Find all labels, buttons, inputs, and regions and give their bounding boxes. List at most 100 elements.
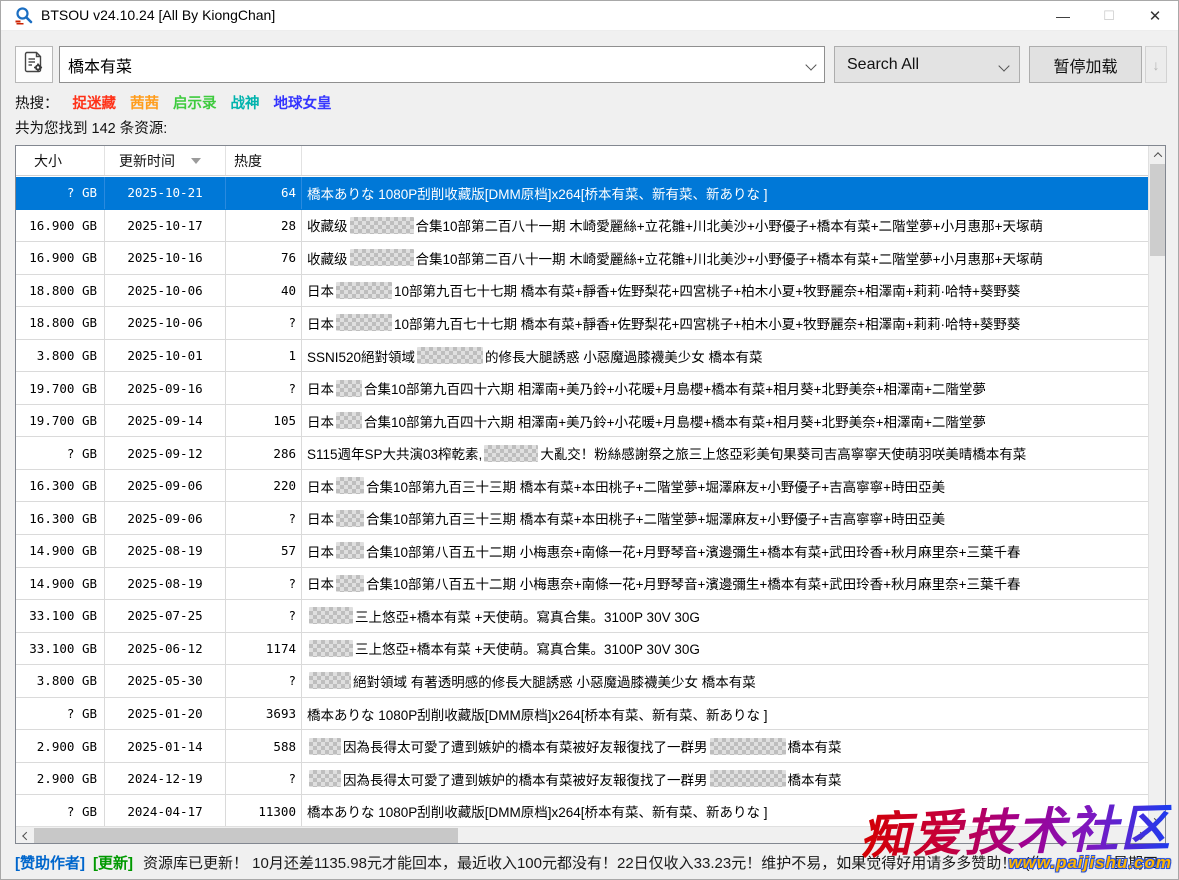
table-row[interactable]: 16.300 GB2025-09-06220日本合集10部第九百三十三期 橋本有… (16, 470, 1150, 503)
title-text: SSNI520絕對領域 (307, 346, 415, 366)
document-gear-icon (22, 50, 46, 79)
title-text: 絕對領域 有著透明感的修長大腿誘惑 小惡魔過膝襪美少女 橋本有菜 (353, 671, 756, 691)
table-cell: 橋本ありな 1080P刮削收藏版[DMM原档]x264[桥本有菜、新有菜、新あり… (302, 698, 1150, 730)
search-engine-select[interactable]: Search All (834, 46, 1020, 83)
hot-search-row: 热搜：捉迷藏茜茜启示录战神地球女皇 (15, 92, 332, 113)
censored-blur (336, 412, 362, 429)
table-row[interactable]: 16.300 GB2025-09-06?日本合集10部第九百三十三期 橋本有菜+… (16, 502, 1150, 535)
table-cell: 105 (226, 405, 302, 437)
table-cell: 日本合集10部第八百五十二期 小梅惠奈+南條一花+月野琴音+濱邊彌生+橋本有菜+… (302, 568, 1150, 600)
title-bar: BTSOU v24.10.24 [All By KiongChan] — ☐ ✕ (1, 1, 1178, 31)
table-cell: 19.700 GB (16, 405, 105, 437)
table-cell: ? (226, 372, 302, 404)
table-row[interactable]: 18.800 GB2025-10-0640日本10部第九百七十七期 橋本有菜+靜… (16, 275, 1150, 308)
censored-blur (309, 738, 341, 755)
table-cell: 19.700 GB (16, 372, 105, 404)
close-button[interactable]: ✕ (1132, 1, 1178, 31)
table-cell: 40 (226, 275, 302, 307)
hot-search-item[interactable]: 战神 (231, 96, 260, 112)
table-cell: 日本合集10部第九百三十三期 橋本有菜+本田桃子+二階堂夢+堀澤麻友+小野優子+… (302, 470, 1150, 502)
hot-search-item[interactable]: 捉迷藏 (73, 96, 117, 112)
title-text: 日本 (307, 541, 334, 561)
table-row[interactable]: 14.900 GB2025-08-19?日本合集10部第八百五十二期 小梅惠奈+… (16, 568, 1150, 601)
column-header-heat[interactable]: 热度 (226, 146, 302, 175)
table-cell: 64 (226, 177, 302, 209)
title-text: 10部第九百七十七期 橋本有菜+靜香+佐野梨花+四宮桃子+柏木小夏+牧野麗奈+相… (394, 280, 1020, 300)
table-row[interactable]: ? GB2025-01-203693橋本ありな 1080P刮削收藏版[DMM原档… (16, 698, 1150, 731)
table-cell: 日本合集10部第九百四十六期 相澤南+美乃鈴+小花暖+月島櫻+橋本有菜+相月葵+… (302, 372, 1150, 404)
maximize-button[interactable]: ☐ (1086, 1, 1132, 31)
search-engine-value: Search All (847, 56, 919, 74)
table-row[interactable]: 18.800 GB2025-10-06?日本10部第九百七十七期 橋本有菜+靜香… (16, 307, 1150, 340)
table-row[interactable]: 33.100 GB2025-07-25? 三上悠亞+橋本有菜 +天使萌。寫真合集… (16, 600, 1150, 633)
table-row[interactable]: 3.800 GB2025-10-011SSNI520絕對領域 的修長大腿誘惑 小… (16, 340, 1150, 373)
table-row[interactable]: 16.900 GB2025-10-1728收藏级合集10部第二百八十一期 木崎愛… (16, 210, 1150, 243)
column-header-size[interactable]: 大小 (16, 146, 105, 175)
search-dropdown-arrow-icon[interactable] (805, 59, 816, 70)
table-cell: 2025-07-25 (105, 600, 226, 632)
censored-blur (309, 640, 353, 657)
hot-search-item[interactable]: 茜茜 (130, 96, 159, 112)
hot-search-items: 捉迷藏茜茜启示录战神地球女皇 (59, 96, 332, 112)
table-cell: 3.800 GB (16, 665, 105, 697)
table-row[interactable]: 2.900 GB2025-01-14588 因為長得太可愛了遭到嫉妒的橋本有菜被… (16, 730, 1150, 763)
table-cell: 2025-05-30 (105, 665, 226, 697)
censored-blur (336, 314, 392, 331)
table-cell: 2025-08-19 (105, 568, 226, 600)
app-window: BTSOU v24.10.24 [All By KiongChan] — ☐ ✕ (0, 0, 1179, 880)
chevron-up-icon (1153, 152, 1161, 160)
column-header-title[interactable] (302, 146, 1150, 175)
search-settings-button[interactable] (15, 46, 53, 83)
hot-search-item[interactable]: 启示录 (173, 96, 217, 112)
column-header-date[interactable]: 更新时间 (105, 146, 226, 175)
table-row[interactable]: 33.100 GB2025-06-121174 三上悠亞+橋本有菜 +天使萌。寫… (16, 633, 1150, 666)
hot-search-item[interactable]: 地球女皇 (274, 96, 332, 112)
table-cell: 2.900 GB (16, 763, 105, 795)
scroll-left-button[interactable] (16, 827, 33, 844)
table-cell: ? GB (16, 437, 105, 469)
result-summary: 共为您找到 142 条资源: (15, 117, 167, 138)
search-input[interactable] (68, 47, 788, 82)
pause-loading-button[interactable]: 暂停加载 (1029, 46, 1142, 83)
table-cell: 三上悠亞+橋本有菜 +天使萌。寫真合集。3100P 30V 30G (302, 600, 1150, 632)
title-text: 日本 (307, 378, 334, 398)
download-arrow-button[interactable]: ↓ (1145, 46, 1167, 83)
scroll-up-button[interactable] (1149, 146, 1166, 163)
table-row[interactable]: 19.700 GB2025-09-14105日本合集10部第九百四十六期 相澤南… (16, 405, 1150, 438)
table-cell: SSNI520絕對領域 的修長大腿誘惑 小惡魔過膝襪美少女 橋本有菜 (302, 340, 1150, 372)
table-cell: 16.300 GB (16, 502, 105, 534)
table-row[interactable]: 14.900 GB2025-08-1957日本合集10部第八百五十二期 小梅惠奈… (16, 535, 1150, 568)
horizontal-scrollbar[interactable] (16, 826, 1150, 843)
table-cell: 2025-10-06 (105, 307, 226, 339)
update-link[interactable]: [更新] (93, 852, 133, 873)
vertical-scrollbar[interactable] (1148, 146, 1165, 828)
table-row[interactable]: 2.900 GB2024-12-19? 因為長得太可愛了遭到嫉妒的橋本有菜被好友… (16, 763, 1150, 796)
censored-blur (710, 738, 786, 755)
table-cell: 28 (226, 210, 302, 242)
title-text: 10部第九百七十七期 橋本有菜+靜香+佐野梨花+四宮桃子+柏木小夏+牧野麗奈+相… (394, 313, 1020, 333)
table-row[interactable]: 3.800 GB2025-05-30?絕對領域 有著透明感的修長大腿誘惑 小惡魔… (16, 665, 1150, 698)
title-text: 合集10部第九百三十三期 橋本有菜+本田桃子+二階堂夢+堀澤麻友+小野優子+吉高… (366, 508, 945, 528)
chevron-left-icon (22, 831, 30, 839)
table-cell: ? GB (16, 177, 105, 209)
title-text: 三上悠亞+橋本有菜 +天使萌。寫真合集。3100P 30V 30G (355, 638, 700, 658)
scrollbar-corner (1148, 826, 1165, 843)
minimize-button[interactable]: — (1040, 1, 1086, 31)
vertical-scroll-thumb[interactable] (1150, 164, 1165, 256)
table-cell: ? (226, 600, 302, 632)
horizontal-scroll-thumb[interactable] (34, 828, 458, 843)
title-text: 日本 (307, 313, 334, 333)
table-row[interactable]: ? GB2025-09-12286S115週年SP大共演03榨乾素, 大亂交！粉… (16, 437, 1150, 470)
table-row[interactable]: 16.900 GB2025-10-1676收藏级合集10部第二百八十一期 木崎愛… (16, 242, 1150, 275)
sponsor-link[interactable]: [赞助作者] (15, 852, 85, 873)
table-cell: 2025-10-06 (105, 275, 226, 307)
table-cell: 57 (226, 535, 302, 567)
table-row[interactable]: 19.700 GB2025-09-16?日本合集10部第九百四十六期 相澤南+美… (16, 372, 1150, 405)
table-row[interactable]: ? GB2025-10-2164橋本ありな 1080P刮削收藏版[DMM原档]x… (16, 177, 1150, 210)
table-header: 大小 更新时间 热度 (16, 146, 1150, 176)
table-row[interactable]: ? GB2024-04-1711300橋本ありな 1080P刮削收藏版[DMM原… (16, 795, 1150, 828)
title-text: 三上悠亞+橋本有菜 +天使萌。寫真合集。3100P 30V 30G (355, 606, 700, 626)
table-cell: 286 (226, 437, 302, 469)
table-cell: 2025-09-06 (105, 502, 226, 534)
censored-blur (309, 770, 341, 787)
